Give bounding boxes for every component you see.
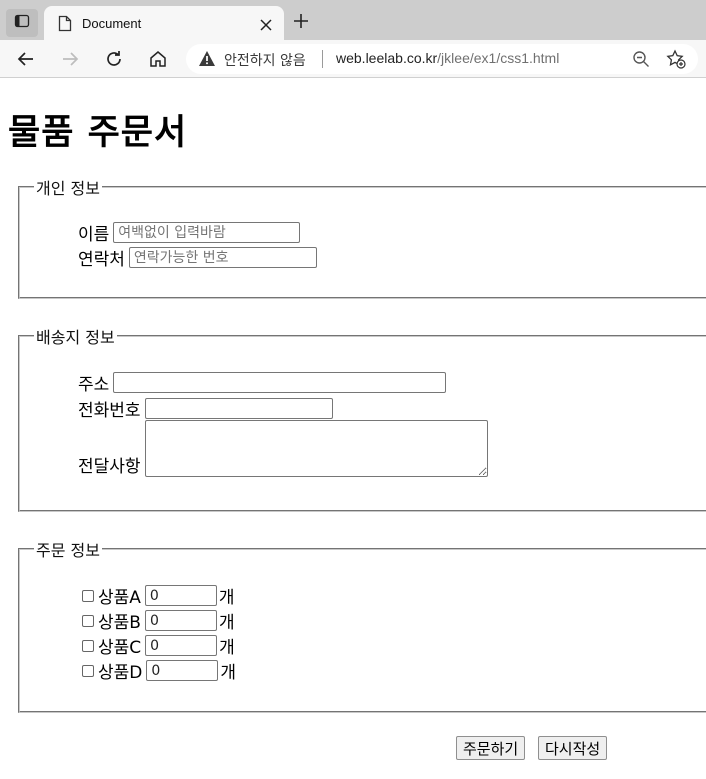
back-arrow-icon[interactable] [16,49,36,69]
product-a-unit: 개 [218,588,235,608]
close-icon[interactable] [260,16,272,35]
phone-label: 전화번호 [78,401,141,421]
contact-label: 연락처 [78,250,125,270]
product-c-checkbox[interactable] [82,639,94,652]
name-row: 이름 [78,220,301,245]
new-tab-icon[interactable] [292,12,310,34]
phone-row: 전화번호 [78,396,333,421]
forward-arrow-icon[interactable] [60,49,80,69]
name-label: 이름 [78,225,110,245]
name-field[interactable] [113,222,301,243]
order-item-b: 상품B 개 [82,608,235,633]
toolbar: 안전하지 않음 web.leelab.co.kr/jklee/ex1/css1.… [0,40,706,78]
product-b-checkbox[interactable] [82,614,94,627]
tab-actions-button[interactable] [6,9,38,37]
address-label: 주소 [78,375,110,395]
product-b-quantity[interactable] [144,610,217,631]
security-label[interactable]: 안전하지 않음 [224,50,306,70]
product-a-quantity[interactable] [144,585,217,606]
product-d-checkbox[interactable] [82,664,94,677]
product-a-label: 상품A [98,588,141,608]
order-info-legend: 주문 정보 [36,541,100,560]
memo-row: 전달사항 [78,420,488,477]
product-b-unit: 개 [218,613,235,633]
memo-label: 전달사항 [78,457,141,477]
active-tab[interactable]: Document [44,6,284,40]
tab-title: Document [82,16,142,31]
product-d-unit: 개 [220,663,237,683]
url-path: /jklee/ex1/css1.html [437,50,560,66]
document-icon [58,15,72,36]
zoom-out-icon[interactable] [632,50,650,72]
contact-row: 연락처 [78,245,317,270]
page-content: 물품 주문서 개인 정보 이름 연락처 배송지 정보 주소 전화번호 전달사항 … [0,78,706,779]
order-item-a: 상품A 개 [82,583,235,608]
warning-icon[interactable] [198,50,216,71]
address-row: 주소 [78,370,447,395]
refresh-icon[interactable] [104,49,124,69]
reset-form-button[interactable]: 다시작성 [538,736,608,760]
sidebar-panel-icon [14,13,30,33]
order-item-d: 상품D 개 [82,658,236,683]
address-bar[interactable]: 안전하지 않음 web.leelab.co.kr/jklee/ex1/css1.… [186,44,698,74]
product-a-checkbox[interactable] [82,589,94,602]
memo-textarea[interactable] [144,420,488,477]
personal-info-legend: 개인 정보 [36,179,100,198]
product-c-quantity[interactable] [145,635,218,656]
product-d-quantity[interactable] [146,660,219,681]
submit-order-button[interactable]: 주문하기 [456,736,526,760]
page-title: 물품 주문서 [8,113,188,153]
shipping-info-legend: 배송지 정보 [36,328,115,347]
product-b-label: 상품B [98,613,141,633]
product-c-label: 상품C [98,638,142,658]
browser-chrome: Document 안전하지 않음 web.leelab.co.kr/jklee/… [0,0,706,78]
product-c-unit: 개 [219,638,235,658]
tab-strip: Document [0,0,706,40]
address-field[interactable] [113,372,447,393]
address-divider [322,50,323,68]
phone-field[interactable] [144,398,333,419]
order-item-c: 상품C 개 [82,633,235,658]
product-d-label: 상품D [98,663,143,683]
add-favorite-icon[interactable] [666,49,686,73]
url-text[interactable]: web.leelab.co.kr/jklee/ex1/css1.html [336,50,559,66]
url-host: web.leelab.co.kr [336,50,438,66]
home-icon[interactable] [148,49,168,69]
contact-field[interactable] [128,247,317,268]
